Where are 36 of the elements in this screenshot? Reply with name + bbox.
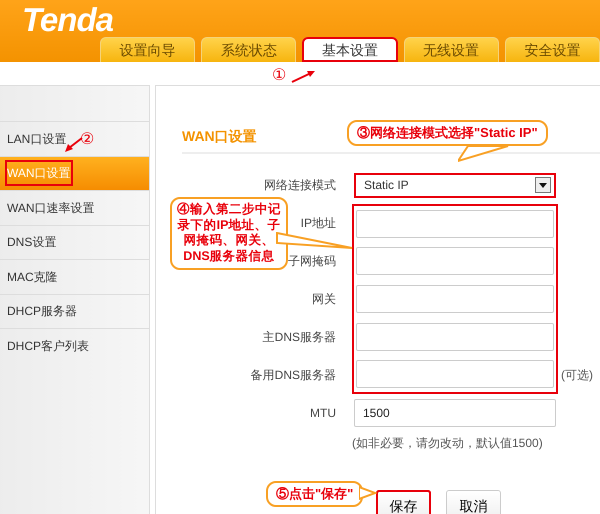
tab[interactable]: 设置向导 [100,37,196,62]
cancel-button[interactable]: 取消 [446,490,501,514]
input-field[interactable] [356,323,554,351]
input-field[interactable] [356,247,554,275]
tab[interactable]: 无线设置 [404,37,499,62]
tab[interactable]: 基本设置 [302,37,398,62]
callout-pointer [359,486,377,500]
tab[interactable]: 系统状态 [201,37,296,62]
highlight-frame: WAN口设置 [5,160,73,186]
hint-text: (如非必要，请勿改动，默认值1500) [352,435,543,452]
field-label: 主DNS服务器 [262,330,336,344]
field-label: 网络连接模式 [264,178,336,192]
tab[interactable]: 安全设置 [504,37,600,62]
annotation-arrow [291,68,316,84]
save-button[interactable]: 保存 [376,490,431,514]
note-text: (可选) [561,367,593,384]
sidebar-item[interactable]: MAC克隆 [0,259,149,294]
section-title: WAN口设置 [182,127,257,146]
input-field[interactable] [356,285,554,313]
field-label: 备用DNS服务器 [250,368,336,382]
input-field[interactable] [356,210,554,238]
step-marker: ① [272,68,286,84]
input-field[interactable]: 1500 [354,399,556,427]
logo: Tenda [21,0,113,37]
sidebar-item[interactable]: DHCP服务器 [0,294,149,328]
sidebar-item[interactable]: DHCP客户列表 [0,328,149,362]
field-label: IP地址 [300,216,336,230]
input-field[interactable] [356,360,554,388]
sidebar-item[interactable]: WAN口速率设置 [0,190,149,224]
field-label: 网关 [312,292,336,306]
field-label: MTU [310,406,336,420]
callout-text: ④输入第二步中记录下的IP地址、子网掩码、网关、DNS服务器信息 [170,197,288,270]
dropdown[interactable]: Static IP [354,172,556,198]
sidebar-item[interactable]: DNS设置 [0,224,149,259]
step-marker: ② [80,132,94,148]
field-label: 子网掩码 [288,254,336,268]
